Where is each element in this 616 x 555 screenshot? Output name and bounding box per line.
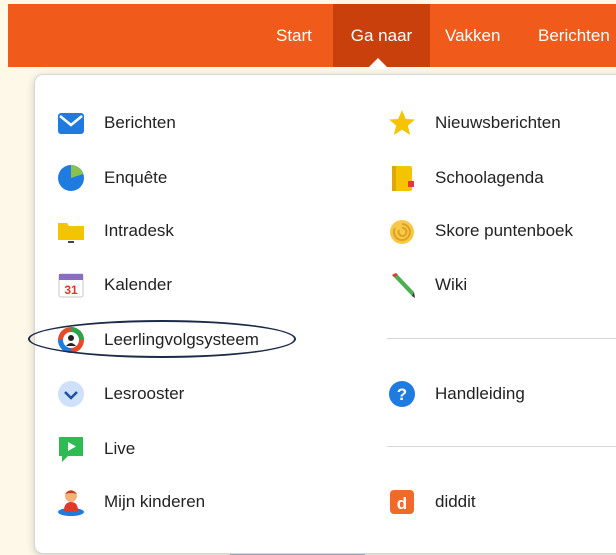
menu-item-label: Skore puntenboek: [435, 221, 573, 240]
pencil-icon: [385, 268, 419, 302]
menu-item-enquete[interactable]: Enquête: [54, 158, 167, 198]
menu-item-nieuwsberichten[interactable]: Nieuwsberichten: [385, 103, 561, 143]
menu-item-label: Leerlingvolgsysteem: [104, 330, 259, 349]
svg-text:?: ?: [397, 385, 407, 404]
menu-item-handleiding[interactable]: ? Handleiding: [385, 374, 525, 414]
folder-icon: [54, 214, 88, 248]
svg-text:d: d: [397, 494, 407, 513]
nav-vakken[interactable]: Vakken: [445, 4, 500, 67]
menu-item-label: Handleiding: [435, 384, 525, 403]
menu-item-schoolagenda[interactable]: Schoolagenda: [385, 158, 544, 198]
menu-item-skore-puntenboek[interactable]: Skore puntenboek: [385, 211, 573, 251]
menu-item-label: Nieuwsberichten: [435, 113, 561, 132]
student-tracking-icon: [54, 323, 88, 357]
menu-item-label: diddit: [435, 492, 476, 511]
shell-icon: [385, 214, 419, 248]
notebook-icon: [385, 161, 419, 195]
menu-item-wiki[interactable]: Wiki: [385, 265, 467, 305]
diddit-icon: d: [385, 485, 419, 519]
svg-text:31: 31: [64, 283, 78, 297]
menu-item-label: Intradesk: [104, 221, 174, 240]
menu-item-diddit[interactable]: d diddit: [385, 482, 476, 522]
dropdown-caret: [367, 58, 389, 69]
pie-chart-icon: [54, 161, 88, 195]
menu-item-live[interactable]: Live: [54, 429, 135, 469]
menu-item-label: Mijn kinderen: [104, 492, 206, 511]
menu-item-leerlingvolgsysteem[interactable]: Leerlingvolgsysteem: [54, 320, 259, 360]
menu-divider: [387, 338, 616, 339]
menu-item-lesrooster[interactable]: Lesrooster: [54, 374, 184, 414]
calendar-icon: 31: [54, 268, 88, 302]
chevron-down-icon: [54, 377, 88, 411]
play-icon: [54, 432, 88, 466]
menu-item-label: Lesrooster: [104, 384, 185, 403]
menu-item-label: Live: [104, 439, 136, 458]
menu-item-kalender[interactable]: 31 Kalender: [54, 265, 172, 305]
nav-berichten[interactable]: Berichten: [538, 4, 610, 67]
star-icon: [385, 106, 419, 140]
menu-item-mijn-kinderen[interactable]: Mijn kinderen: [54, 482, 205, 522]
menu-item-label: Kalender: [104, 275, 173, 294]
child-icon: [54, 485, 88, 519]
mail-icon: [54, 106, 88, 140]
menu-item-berichten[interactable]: Berichten: [54, 103, 176, 143]
help-icon: ?: [385, 377, 419, 411]
menu-item-label: Berichten: [104, 113, 176, 132]
top-navbar: Start Ga naar Vakken Berichten: [8, 4, 616, 67]
menu-item-label: Schoolagenda: [435, 168, 544, 187]
menu-item-label: Enquête: [104, 168, 168, 187]
menu-item-intradesk[interactable]: Intradesk: [54, 211, 174, 251]
nav-start[interactable]: Start: [276, 4, 312, 67]
menu-divider: [387, 446, 616, 447]
menu-item-label: Wiki: [435, 275, 468, 294]
